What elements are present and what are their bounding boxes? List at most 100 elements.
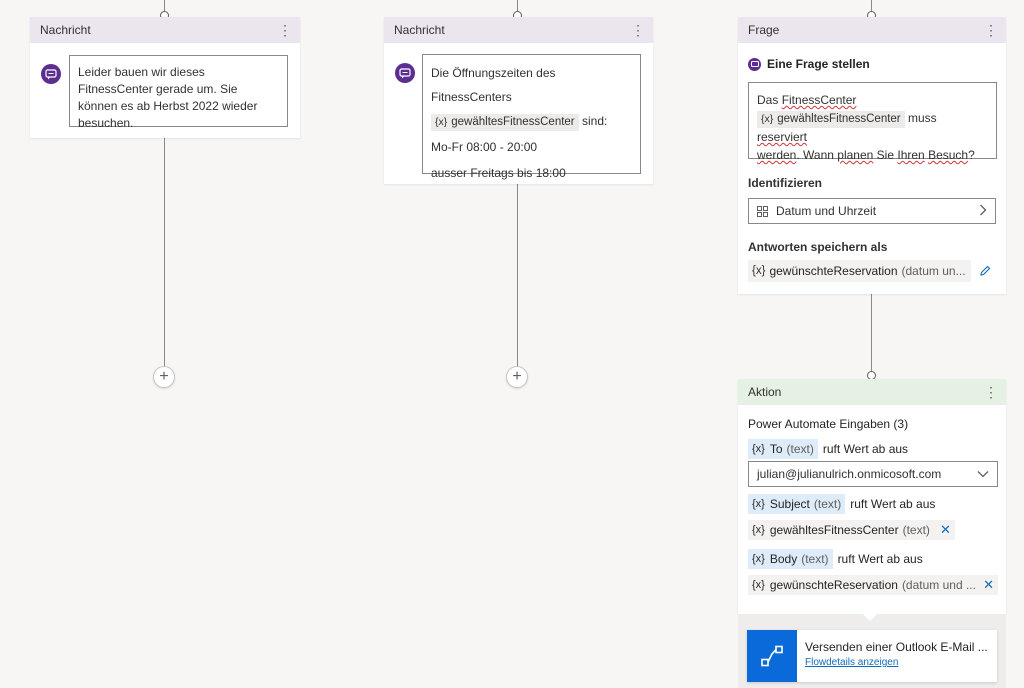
question-text: muss bbox=[907, 111, 937, 125]
connector-line bbox=[164, 138, 165, 368]
message-text: sind: bbox=[581, 114, 608, 128]
variable-icon: {x} bbox=[752, 498, 765, 510]
card-header: Nachricht ⋮ bbox=[384, 17, 653, 43]
question-text: Sie bbox=[876, 148, 895, 162]
question-text: Das bbox=[757, 93, 779, 107]
question-text: ? bbox=[968, 148, 975, 162]
to-value: julian@julianulrich.onmicosoft.com bbox=[757, 467, 942, 481]
variable-icon: {x} bbox=[761, 113, 774, 125]
more-vertical-icon[interactable]: ⋮ bbox=[631, 23, 645, 37]
flow-text: Versenden einer Outlook E-Mail ... Flowd… bbox=[797, 630, 996, 682]
calendar-grid-icon bbox=[757, 205, 768, 217]
save-variable-row[interactable]: {x} gewünschteReservation (datum un... bbox=[748, 260, 971, 282]
variable-type: (datum und ... bbox=[901, 578, 976, 592]
message-card[interactable]: Nachricht ⋮ Die Öffnungszeiten des Fitne… bbox=[384, 17, 653, 184]
chevron-down-icon bbox=[977, 467, 989, 481]
more-vertical-icon[interactable]: ⋮ bbox=[984, 385, 998, 399]
close-icon[interactable]: ✕ bbox=[983, 577, 994, 593]
param-tag: {x} Subject (text) bbox=[748, 494, 846, 514]
variable-tag[interactable]: {x} gewähltesFitnessCenter (text) ✕ bbox=[748, 520, 955, 540]
power-automate-icon bbox=[747, 630, 797, 682]
question-card[interactable]: Frage ⋮ Eine Frage stellen Das FitnessCe… bbox=[738, 17, 1006, 294]
card-title: Nachricht bbox=[40, 23, 91, 37]
question-text: . Wann bbox=[796, 148, 834, 162]
add-node-button[interactable]: + bbox=[153, 366, 175, 388]
add-node-button[interactable]: + bbox=[506, 366, 528, 388]
variable-name: gewünschteReservation bbox=[769, 264, 898, 278]
card-title: Nachricht bbox=[394, 23, 445, 37]
identify-select[interactable]: Datum und Uhrzeit bbox=[748, 198, 996, 224]
variable-icon: {x} bbox=[752, 264, 766, 277]
message-line: Die Öffnungszeiten des FitnessCenters bbox=[431, 66, 556, 104]
card-header: Frage ⋮ bbox=[738, 17, 1006, 43]
param-tag: {x} To (text) bbox=[748, 439, 818, 459]
card-header: Aktion ⋮ bbox=[738, 379, 1006, 405]
variable-icon: {x} bbox=[752, 579, 765, 591]
param-tag: {x} Body (text) bbox=[748, 549, 833, 569]
connector-line bbox=[871, 294, 872, 372]
question-text: FitnessCenter bbox=[781, 93, 857, 107]
input-param-row: {x} Body (text) ruft Wert ab aus bbox=[748, 549, 923, 569]
variable-icon: {x} bbox=[752, 443, 765, 455]
variable-tag[interactable]: {x} gewünschteReservation (datum und ...… bbox=[748, 575, 998, 595]
inputs-label: Power Automate Eingaben (3) bbox=[748, 417, 909, 431]
param-suffix: ruft Wert ab aus bbox=[837, 552, 923, 566]
variable-type: (datum un... bbox=[901, 264, 966, 278]
message-card[interactable]: Nachricht ⋮ Leider bauen wir dieses Fitn… bbox=[30, 17, 300, 138]
identify-value: Datum und Uhrzeit bbox=[776, 204, 877, 218]
save-as-label: Antworten speichern als bbox=[748, 240, 888, 254]
identify-label: Identifizieren bbox=[748, 176, 823, 190]
more-vertical-icon[interactable]: ⋮ bbox=[984, 23, 998, 37]
variable-name: gewähltesFitnessCenter bbox=[769, 523, 899, 537]
variable-icon: {x} bbox=[435, 116, 448, 128]
param-name: To bbox=[769, 442, 783, 456]
pencil-icon[interactable] bbox=[979, 264, 991, 282]
param-type: (text) bbox=[786, 442, 814, 456]
question-text: werden bbox=[757, 148, 797, 162]
to-value-select[interactable]: julian@julianulrich.onmicosoft.com bbox=[748, 461, 998, 487]
close-icon[interactable]: ✕ bbox=[940, 522, 951, 538]
variable-chip[interactable]: {x} gewähltesFitnessCenter bbox=[757, 111, 905, 128]
variable-icon: {x} bbox=[752, 524, 765, 536]
param-type: (text) bbox=[813, 497, 842, 511]
card-title: Aktion bbox=[748, 385, 782, 399]
chat-bubble-icon bbox=[41, 64, 61, 84]
param-suffix: ruft Wert ab aus bbox=[822, 442, 909, 456]
flow-title: Versenden einer Outlook E-Mail ... bbox=[805, 640, 988, 654]
chevron-right-icon bbox=[979, 204, 987, 219]
variable-type: (text) bbox=[902, 523, 930, 537]
question-text-box[interactable]: Das FitnessCenter {x} gewähltesFitnessCen… bbox=[748, 82, 997, 162]
question-text: Ihren bbox=[897, 148, 925, 162]
chat-bubble-icon bbox=[395, 63, 415, 83]
question-title-text: Eine Frage stellen bbox=[767, 57, 870, 71]
message-text-box[interactable]: Die Öffnungszeiten des FitnessCenters {x… bbox=[422, 54, 641, 180]
variable-chip[interactable]: {x} gewähltesFitnessCenter bbox=[431, 114, 579, 131]
param-name: Subject bbox=[769, 497, 810, 511]
message-line: Mo-Fr 08:00 - 20:00 bbox=[431, 140, 538, 154]
message-text-box[interactable]: Leider bauen wir dieses FitnessCenter ge… bbox=[69, 55, 288, 130]
action-card[interactable]: Aktion ⋮ Power Automate Eingaben (3) {x}… bbox=[738, 379, 1006, 614]
param-type: (text) bbox=[801, 552, 829, 566]
card-title: Frage bbox=[748, 23, 780, 37]
question-text: planen bbox=[837, 148, 874, 162]
variable-name: gewähltesFitnessCenter bbox=[451, 116, 575, 128]
input-param-row: {x} To (text) ruft Wert ab aus bbox=[748, 439, 908, 459]
connector-line bbox=[517, 184, 518, 368]
flow-card[interactable]: Versenden einer Outlook E-Mail ... Flowd… bbox=[747, 630, 997, 682]
message-line: ausser Freitags bis 18:00 bbox=[431, 166, 566, 180]
subject-value-row: {x} gewähltesFitnessCenter (text) ✕ bbox=[748, 520, 955, 540]
card-header: Nachricht ⋮ bbox=[30, 17, 300, 43]
param-name: Body bbox=[769, 552, 798, 566]
question-text: reserviert bbox=[757, 130, 808, 144]
body-value-row: {x} gewünschteReservation (datum und ...… bbox=[748, 575, 998, 595]
flow-details-link[interactable]: Flowdetails anzeigen bbox=[805, 657, 988, 668]
variable-icon: {x} bbox=[752, 553, 765, 565]
question-title: Eine Frage stellen bbox=[748, 57, 870, 71]
question-text: Besuch bbox=[928, 148, 969, 162]
message-text: Leider bauen wir dieses FitnessCenter ge… bbox=[78, 65, 258, 130]
param-suffix: ruft Wert ab aus bbox=[850, 497, 936, 511]
message-line: {x} gewähltesFitnessCenter sind: bbox=[431, 109, 632, 133]
more-vertical-icon[interactable]: ⋮ bbox=[278, 23, 292, 37]
variable-name: gewünschteReservation bbox=[769, 578, 898, 592]
variable-name: gewähltesFitnessCenter bbox=[777, 113, 901, 125]
